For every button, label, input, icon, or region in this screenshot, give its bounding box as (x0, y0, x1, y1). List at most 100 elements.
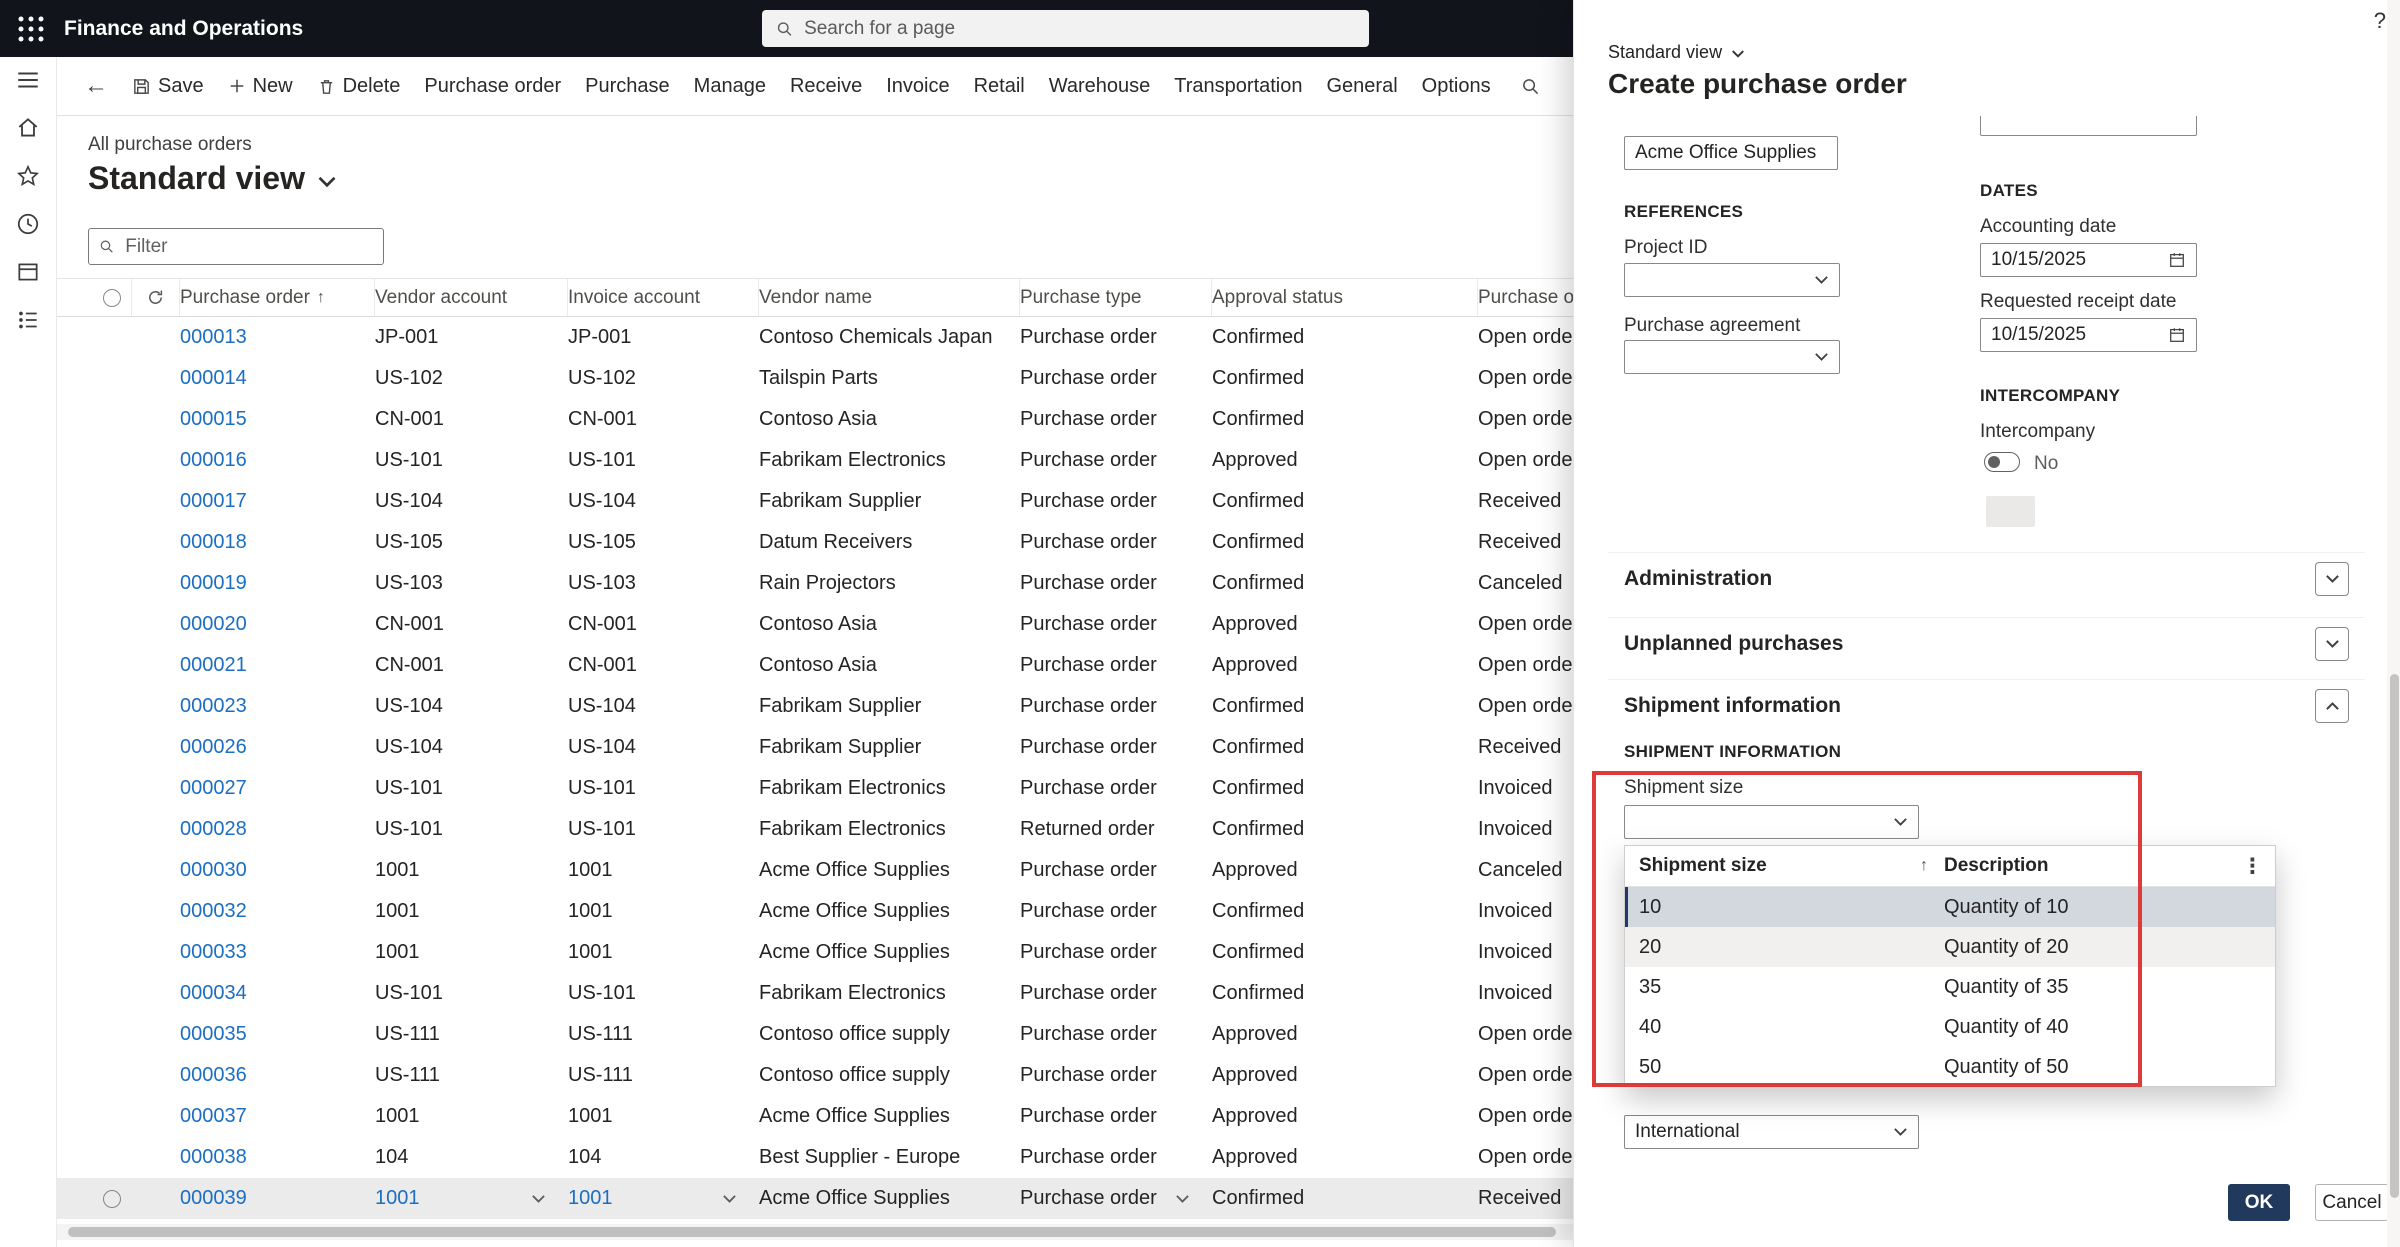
search-icon (99, 238, 114, 255)
dropdown-row[interactable]: 10 Quantity of 10 (1625, 887, 2275, 927)
dropdown-column-description[interactable]: Description (1944, 855, 2242, 877)
purchase-order-link[interactable]: 000038 (180, 1146, 247, 1169)
help-button[interactable]: ? (2374, 8, 2386, 34)
purchase-order-link[interactable]: 000018 (180, 531, 247, 554)
column-header-vendor-name[interactable]: Vendor name (759, 279, 1020, 316)
workspaces-icon[interactable] (15, 259, 41, 285)
purchase-order-link[interactable]: 000027 (180, 777, 247, 800)
page-search[interactable] (762, 10, 1369, 47)
purchase-order-link[interactable]: 000039 (180, 1187, 247, 1210)
menu-item[interactable]: Transportation (1174, 75, 1302, 98)
grid-filter[interactable] (88, 228, 384, 265)
chevron-down-icon[interactable] (1175, 1194, 1190, 1204)
view-selector[interactable]: Standard view (88, 160, 337, 197)
shipment-size-combobox[interactable] (1624, 805, 1919, 839)
section-administration[interactable]: Administration (1608, 552, 2365, 605)
purchase-order-link[interactable]: 000030 (180, 859, 247, 882)
expand-section-button[interactable] (2315, 627, 2349, 661)
purchase-order-link[interactable]: 000015 (180, 408, 247, 431)
save-button[interactable]: Save (132, 75, 204, 98)
dropdown-row[interactable]: 35 Quantity of 35 (1625, 967, 2275, 1007)
mode-of-delivery-combobox[interactable]: International (1624, 1115, 1919, 1149)
calendar-icon[interactable] (2168, 326, 2186, 344)
vertical-scrollbar-thumb[interactable] (2390, 674, 2399, 1198)
purchase-order-link[interactable]: 000026 (180, 736, 247, 759)
menu-item[interactable]: Manage (694, 75, 766, 98)
menu-item[interactable]: Receive (790, 75, 862, 98)
column-header-invoice-account[interactable]: Invoice account (568, 279, 759, 316)
column-header-vendor-account[interactable]: Vendor account (375, 279, 568, 316)
menu-item[interactable]: Retail (974, 75, 1025, 98)
breadcrumb[interactable]: All purchase orders (88, 134, 252, 156)
menu-item[interactable]: Invoice (886, 75, 949, 98)
column-header-purchase-order[interactable]: Purchase order ↑ (180, 279, 375, 316)
purchase-order-link[interactable]: 000021 (180, 654, 247, 677)
purchase-order-link[interactable]: 000020 (180, 613, 247, 636)
panel-view-selector[interactable]: Standard view (1608, 42, 1745, 63)
hamburger-menu-icon[interactable] (15, 67, 41, 93)
purchase-order-link[interactable]: 000013 (180, 326, 247, 349)
page-title: Standard view (88, 160, 305, 197)
chevron-down-icon[interactable] (722, 1194, 737, 1204)
filter-input[interactable] (123, 235, 373, 259)
recent-clock-icon[interactable] (15, 211, 41, 237)
accounting-date-field[interactable]: 10/15/2025 (1980, 243, 2197, 277)
purchase-order-link[interactable]: 000017 (180, 490, 247, 513)
more-options-icon[interactable]: ⋮ (2242, 854, 2275, 879)
shipment-information-header: SHIPMENT INFORMATION (1624, 742, 1841, 762)
purchase-order-link[interactable]: 000019 (180, 572, 247, 595)
collapse-section-button[interactable] (2315, 689, 2349, 723)
menu-item[interactable]: Options (1422, 75, 1491, 98)
search-icon[interactable] (1521, 77, 1540, 96)
vendor-name-field[interactable] (1624, 136, 1838, 170)
purchase-order-link[interactable]: 000034 (180, 982, 247, 1005)
chevron-down-icon (1814, 352, 1829, 362)
purchase-order-link[interactable]: 000032 (180, 900, 247, 923)
favorites-star-icon[interactable] (15, 163, 41, 189)
purchase-order-link[interactable]: 000023 (180, 695, 247, 718)
page-search-input[interactable] (802, 17, 1355, 41)
purchase-order-link[interactable]: 000014 (180, 367, 247, 390)
column-header-approval-status[interactable]: Approval status (1212, 279, 1478, 316)
purchase-order-link[interactable]: 000037 (180, 1105, 247, 1128)
refresh-icon[interactable] (146, 288, 165, 307)
ok-button[interactable]: OK (2228, 1184, 2290, 1221)
section-unplanned-purchases[interactable]: Unplanned purchases (1608, 617, 2365, 670)
horizontal-scrollbar-thumb[interactable] (68, 1227, 1556, 1237)
requested-receipt-date-field[interactable]: 10/15/2025 (1980, 318, 2197, 352)
menu-item[interactable]: Purchase (585, 75, 670, 98)
column-header-purchase-type[interactable]: Purchase type (1020, 279, 1212, 316)
home-icon[interactable] (15, 115, 41, 141)
menu-item[interactable]: Purchase order (424, 75, 561, 98)
menu-item[interactable]: General (1327, 75, 1398, 98)
purchase-order-link[interactable]: 000036 (180, 1064, 247, 1087)
modules-list-icon[interactable] (15, 307, 41, 333)
app-launcher-icon[interactable] (16, 14, 46, 44)
chevron-down-icon[interactable] (531, 1194, 546, 1204)
section-shipment-information[interactable]: Shipment information (1608, 679, 2365, 732)
row-radio[interactable] (92, 1178, 132, 1219)
purchase-order-link[interactable]: 000035 (180, 1023, 247, 1046)
purchase-order-link[interactable]: 000028 (180, 818, 247, 841)
purchase-order-link[interactable]: 000016 (180, 449, 247, 472)
cancel-button[interactable]: Cancel (2315, 1184, 2389, 1221)
attachment-button[interactable] (1986, 496, 2035, 527)
truncated-field[interactable] (1980, 116, 2197, 136)
select-all-radio[interactable] (92, 279, 132, 316)
horizontal-scrollbar (56, 1224, 1573, 1240)
dropdown-row[interactable]: 20 Quantity of 20 (1625, 927, 2275, 967)
project-id-combobox[interactable] (1624, 263, 1840, 297)
purchase-agreement-combobox[interactable] (1624, 340, 1840, 374)
dropdown-row[interactable]: 50 Quantity of 50 (1625, 1047, 2275, 1087)
delete-button[interactable]: Delete (317, 75, 401, 98)
dropdown-column-shipment-size[interactable]: Shipment size ↑ (1625, 855, 1944, 877)
back-button[interactable]: ← (84, 74, 108, 98)
purchase-order-link[interactable]: 000033 (180, 941, 247, 964)
expand-section-button[interactable] (2315, 562, 2349, 596)
menu-item[interactable]: Warehouse (1049, 75, 1151, 98)
sort-ascending-icon: ↑ (317, 289, 325, 307)
calendar-icon[interactable] (2168, 251, 2186, 269)
intercompany-toggle[interactable] (1984, 452, 2020, 472)
new-button[interactable]: New (228, 75, 293, 98)
dropdown-row[interactable]: 40 Quantity of 40 (1625, 1007, 2275, 1047)
